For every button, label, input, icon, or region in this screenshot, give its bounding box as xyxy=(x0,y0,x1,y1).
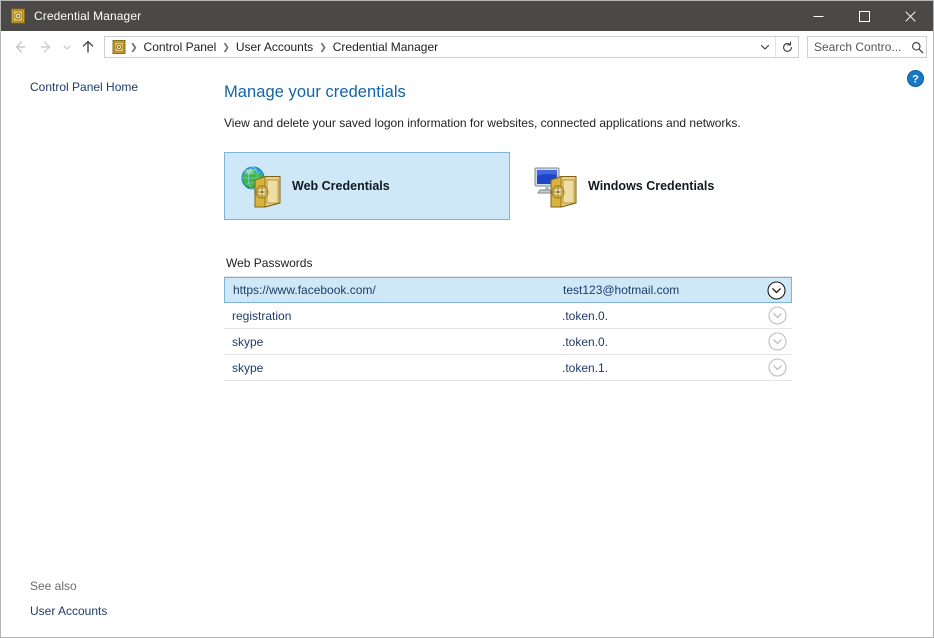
back-button[interactable] xyxy=(7,34,33,60)
chevron-down-circle-icon xyxy=(767,332,787,351)
table-row[interactable]: https://www.facebook.com/ test123@hotmai… xyxy=(224,277,792,303)
table-row[interactable]: registration .token.0. xyxy=(224,303,792,329)
credential-target[interactable]: registration xyxy=(232,309,562,323)
tab-windows-credentials[interactable]: Windows Credentials xyxy=(520,152,806,220)
table-row[interactable]: skype .token.0. xyxy=(224,329,792,355)
tab-web-credentials-label: Web Credentials xyxy=(292,179,390,193)
address-dropdown-button[interactable] xyxy=(755,37,775,57)
credential-target[interactable]: https://www.facebook.com/ xyxy=(233,283,563,297)
chevron-down-icon xyxy=(760,44,770,50)
credential-username: .token.0. xyxy=(562,308,609,323)
credential-target[interactable]: skype xyxy=(232,361,562,375)
maximize-button[interactable] xyxy=(841,1,887,31)
see-also-section: See also User Accounts xyxy=(1,579,210,621)
chevron-down-circle-icon xyxy=(767,358,787,377)
sidebar-item-user-accounts[interactable]: User Accounts xyxy=(1,601,210,621)
main-panel: ? Manage your credentials View and delet… xyxy=(210,63,933,637)
forward-button[interactable] xyxy=(33,34,59,60)
up-button[interactable] xyxy=(75,34,101,60)
search-input[interactable] xyxy=(808,40,908,54)
arrow-right-icon xyxy=(40,41,51,53)
vault-icon xyxy=(112,40,126,54)
close-icon xyxy=(904,10,916,22)
content-area: Control Panel Home See also User Account… xyxy=(1,63,933,637)
breadcrumb-separator: ❯ xyxy=(130,42,138,52)
breadcrumb-item-control-panel[interactable]: Control Panel xyxy=(139,37,222,57)
recent-locations-button[interactable] xyxy=(59,34,75,60)
sidebar-item-control-panel-home[interactable]: Control Panel Home xyxy=(1,77,210,97)
credential-target[interactable]: skype xyxy=(232,335,562,349)
tab-windows-credentials-label: Windows Credentials xyxy=(588,179,715,193)
maximize-icon xyxy=(858,10,870,22)
see-also-label: See also xyxy=(30,579,77,593)
address-bar[interactable]: ❯ Control Panel ❯ User Accounts ❯ Creden… xyxy=(104,36,799,58)
page-subtitle: View and delete your saved logon informa… xyxy=(224,116,741,130)
navigation-bar: ❯ Control Panel ❯ User Accounts ❯ Creden… xyxy=(1,31,933,63)
close-button[interactable] xyxy=(887,1,933,31)
credential-username: .token.0. xyxy=(562,334,609,349)
credential-type-tiles: Web Credentials Windows Credentials xyxy=(224,152,933,220)
search-box[interactable] xyxy=(807,36,927,58)
expand-row-button[interactable] xyxy=(766,357,788,379)
sidebar: Control Panel Home See also User Account… xyxy=(1,63,210,637)
refresh-button[interactable] xyxy=(775,37,798,57)
help-icon: ? xyxy=(907,70,924,87)
table-row[interactable]: skype .token.1. xyxy=(224,355,792,381)
page-title: Manage your credentials xyxy=(224,83,406,101)
web-passwords-heading: Web Passwords xyxy=(226,256,313,270)
breadcrumb-item-credential-manager[interactable]: Credential Manager xyxy=(328,37,443,57)
globe-vault-icon xyxy=(241,166,281,208)
credential-list: https://www.facebook.com/ test123@hotmai… xyxy=(224,276,792,381)
chevron-down-circle-icon xyxy=(766,280,786,300)
minimize-icon xyxy=(813,15,823,17)
expand-row-button[interactable] xyxy=(766,331,788,353)
credential-username: .token.1. xyxy=(562,360,609,375)
tab-web-credentials[interactable]: Web Credentials xyxy=(224,152,510,220)
breadcrumb: ❯ Control Panel ❯ User Accounts ❯ Creden… xyxy=(105,37,755,57)
arrow-up-icon xyxy=(82,40,94,53)
breadcrumb-item-user-accounts[interactable]: User Accounts xyxy=(231,37,318,57)
svg-text:?: ? xyxy=(912,74,919,86)
arrow-left-icon xyxy=(15,41,26,53)
refresh-icon xyxy=(782,40,792,52)
credential-manager-window: Credential Manager ❯ Control Panel ❯ Use… xyxy=(0,0,934,638)
monitor-vault-icon xyxy=(534,167,577,208)
sidebar-top-links: Control Panel Home xyxy=(1,63,210,97)
minimize-button[interactable] xyxy=(795,1,841,31)
vault-icon xyxy=(10,8,26,24)
window-controls xyxy=(795,1,933,31)
breadcrumb-separator: ❯ xyxy=(222,42,230,52)
breadcrumb-separator: ❯ xyxy=(319,42,327,52)
expand-row-button[interactable] xyxy=(765,279,787,301)
title-bar[interactable]: Credential Manager xyxy=(1,1,933,31)
search-icon xyxy=(908,41,926,54)
web-passwords-section: Web Passwords https://www.facebook.com/ … xyxy=(224,256,933,381)
help-button[interactable]: ? xyxy=(907,70,924,87)
chevron-down-circle-icon xyxy=(767,306,787,325)
credential-username: test123@hotmail.com xyxy=(563,283,680,297)
chevron-down-icon xyxy=(63,45,71,50)
window-title: Credential Manager xyxy=(34,9,142,23)
expand-row-button[interactable] xyxy=(766,305,788,327)
